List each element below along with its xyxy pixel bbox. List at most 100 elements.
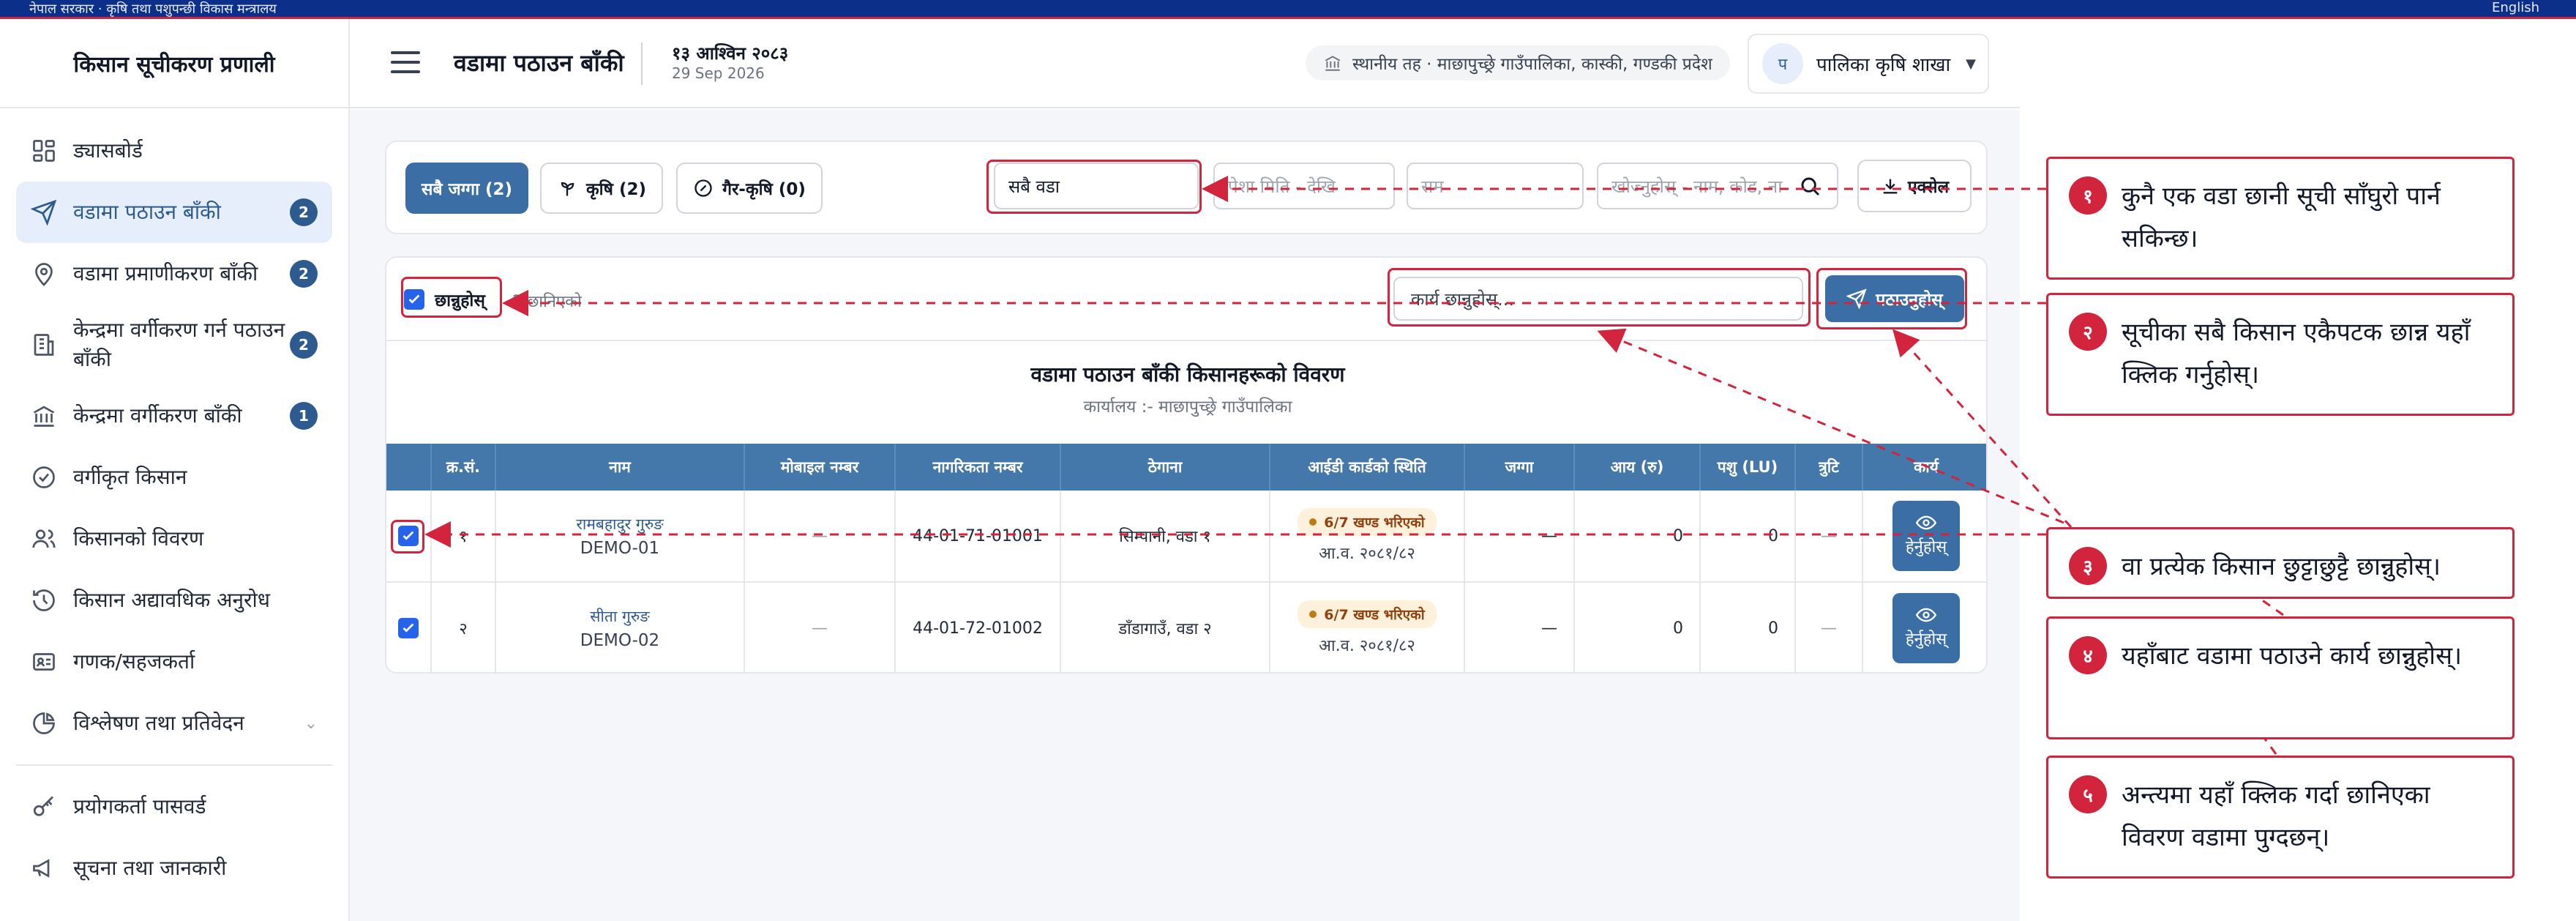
row-error: — — [1796, 491, 1863, 581]
row-citizenship: 44-01-71-01001 — [896, 491, 1061, 581]
count-badge: 2 — [290, 260, 318, 288]
id-card-icon — [31, 649, 57, 675]
dashboard-icon — [31, 138, 57, 164]
sidebar-item-ward-verify-pending[interactable]: वडामा प्रमाणीकरण बाँकी 2 — [16, 243, 332, 305]
search-button[interactable] — [1783, 163, 1838, 209]
top-header: वडामा पठाउन बाँकी १३ आश्विन २०८३ 29 Sep … — [350, 19, 2020, 108]
report-title: वडामा पठाउन बाँकी किसानहरूको विवरण — [1030, 362, 1345, 387]
step-number: ५ — [2069, 775, 2107, 813]
checkbox-checked-icon — [404, 289, 424, 310]
view-button[interactable]: हेर्नुहोस् — [1892, 501, 1960, 571]
select-all-label: छान्नुहोस् — [435, 291, 485, 310]
row-address: डाँडागाउँ, वडा २ — [1061, 583, 1270, 672]
sidebar-item-ward-send-pending[interactable]: वडामा पठाउन बाँकी 2 — [16, 182, 332, 243]
chevron-down-icon: ⌄ — [304, 714, 318, 733]
checkbox-checked-icon — [398, 618, 419, 638]
slash-circle-icon — [694, 179, 712, 197]
top-strip: नेपाल सरकार · कृषि तथा पशुपन्छी विकास मन… — [0, 0, 2576, 19]
callout-text: अन्त्यमा यहाँ क्लिक गर्दा छानिएका विवरण … — [2122, 780, 2430, 852]
column-header-address: ठेगाना — [1061, 444, 1270, 491]
row-sn: २ — [432, 583, 496, 672]
pie-chart-icon — [31, 710, 57, 737]
row-checkbox[interactable] — [386, 583, 432, 672]
sidebar-item-analysis-reports[interactable]: विश्लेषण तथा प्रतिवेदन ⌄ — [16, 693, 332, 754]
callout-3: ३ वा प्रत्येक किसान छुट्टाछुट्टै छान्नुह… — [2046, 527, 2515, 599]
sprout-icon — [561, 182, 574, 196]
column-header-name: नाम — [496, 444, 745, 491]
list-card: छान्नुहोस् 2 छानिएको कार्य छान्नुहोस्...… — [385, 256, 1988, 674]
row-id-status: 6/7 खण्ड भरिएको आ.व. २०८१/८२ — [1270, 491, 1465, 581]
sidebar-item-user-password[interactable]: प्रयोगकर्ता पासवर्ड — [16, 776, 332, 838]
key-icon — [31, 794, 57, 820]
tab-all-land[interactable]: सबै जग्गा (2) — [405, 163, 528, 214]
farmer-name-link[interactable]: रामबहादुर गुरुङ — [576, 514, 663, 534]
view-button[interactable]: हेर्नुहोस् — [1892, 593, 1960, 663]
farmer-table: क्र.सं. नाम मोबाइल नम्बर नागरिकता नम्बर … — [386, 444, 1986, 672]
eye-icon — [1916, 515, 1936, 530]
sidebar-item-dashboard[interactable]: ड्यासबोर्ड — [16, 120, 332, 182]
menu-toggle-icon[interactable] — [391, 51, 420, 75]
step-number: ३ — [2069, 547, 2107, 585]
bank-icon — [31, 403, 57, 429]
history-icon — [31, 587, 57, 614]
tab-agriculture[interactable]: कृषि (2) — [540, 163, 663, 214]
download-icon — [1883, 179, 1898, 194]
callout-text: कुनै एक वडा छानी सूची साँघुरो पार्न सकिन… — [2122, 182, 2441, 253]
row-income: 0 — [1575, 491, 1701, 581]
step-number: २ — [2069, 313, 2107, 351]
sidebar-item-label: प्रयोगकर्ता पासवर्ड — [73, 794, 206, 819]
checkbox-checked-icon — [398, 526, 419, 546]
callout-4: ४ यहाँबाट वडामा पठाउने कार्य छान्नुहोस्। — [2046, 616, 2515, 739]
language-link[interactable]: English — [2492, 0, 2539, 15]
row-land: — — [1465, 491, 1575, 581]
select-all-checkbox[interactable]: छान्नुहोस् — [404, 281, 485, 318]
status-badge: 6/7 खण्ड भरिएको — [1298, 508, 1437, 536]
sidebar-item-center-classify-pending[interactable]: केन्द्रमा वर्गीकरण बाँकी 1 — [16, 385, 332, 447]
sidebar-item-update-requests[interactable]: किसान अद्यावधिक अनुरोध — [16, 570, 332, 631]
report-subtitle: कार्यालय :- माछापुच्छ्रे गाउँपालिका — [1083, 398, 1292, 417]
send-to-ward-button[interactable]: पठाउनुहोस् — [1825, 275, 1964, 322]
tab-label: गैर-कृषि (0) — [722, 180, 806, 199]
type-field[interactable]: सम — [1407, 163, 1584, 209]
count-badge: 1 — [290, 402, 318, 430]
user-name: पालिका कृषि शाखा — [1816, 54, 1951, 76]
tab-non-agriculture[interactable]: गैर-कृषि (0) — [676, 163, 823, 214]
farmer-name-link[interactable]: सीता गुरुङ — [590, 606, 649, 627]
tab-label: कृषि (2) — [586, 180, 646, 199]
callout-1: १ कुनै एक वडा छानी सूची साँघुरो पार्न सक… — [2046, 157, 2515, 280]
sidebar: किसान सूचीकरण प्रणाली ड्यासबोर्ड वडामा प… — [0, 19, 350, 921]
user-menu[interactable]: प पालिका कृषि शाखा ▼ — [1748, 34, 1989, 94]
sidebar-item-enumerators[interactable]: गणक/सहजकर्ता — [16, 631, 332, 693]
row-mobile: — — [745, 491, 896, 581]
occupation-date-field[interactable]: पेशा मिति - देखि — [1213, 163, 1395, 209]
excel-export-button[interactable]: एक्सेल — [1857, 160, 1972, 212]
callout-2: २ सूचीका सबै किसान एकैपटक छान्न यहाँ क्ल… — [2046, 293, 2515, 416]
row-error: — — [1796, 583, 1863, 672]
sidebar-item-label: किसानको विवरण — [73, 526, 204, 551]
column-header-land: जग्गा — [1465, 444, 1575, 491]
row-income: 0 — [1575, 583, 1701, 672]
farmer-code: DEMO-01 — [580, 539, 660, 558]
sidebar-item-classified-farmers[interactable]: वर्गीकृत किसान — [16, 447, 332, 508]
search-input[interactable]: खोज्नुहोस् - नाम, कोड, ना — [1597, 163, 1784, 209]
send-icon — [1846, 288, 1867, 309]
sidebar-item-label: किसान अद्यावधिक अनुरोध — [73, 588, 270, 612]
page-title: वडामा पठाउन बाँकी — [454, 49, 624, 77]
row-checkbox[interactable] — [386, 491, 432, 581]
row-livestock: 0 — [1701, 583, 1796, 672]
column-header-citizenship: नागरिकता नम्बर — [896, 444, 1061, 491]
action-select[interactable]: कार्य छान्नुहोस्... — [1393, 277, 1803, 321]
sidebar-item-farmer-details[interactable]: किसानको विवरण — [16, 508, 332, 570]
sidebar-item-notices[interactable]: सूचना तथा जानकारी — [16, 838, 332, 899]
row-id-status: 6/7 खण्ड भरिएको आ.व. २०८१/८२ — [1270, 583, 1465, 672]
sidebar-item-center-classify-send[interactable]: केन्द्रमा वर्गीकरण गर्न पठाउन बाँकी 2 — [16, 305, 332, 385]
row-name: रामबहादुर गुरुङ DEMO-01 — [496, 491, 745, 581]
location-pin-icon — [31, 261, 57, 287]
row-land: — — [1465, 583, 1575, 672]
callout-5: ५ अन्त्यमा यहाँ क्लिक गर्दा छानिएका विवर… — [2046, 756, 2515, 879]
row-address: सिम्पानी, वडा १ — [1061, 491, 1270, 581]
send-icon — [30, 199, 57, 226]
count-badge: 2 — [290, 198, 318, 226]
fiscal-year: आ.व. २०८१/८२ — [1319, 637, 1415, 655]
ward-select[interactable]: सबै वडा — [994, 163, 1199, 209]
